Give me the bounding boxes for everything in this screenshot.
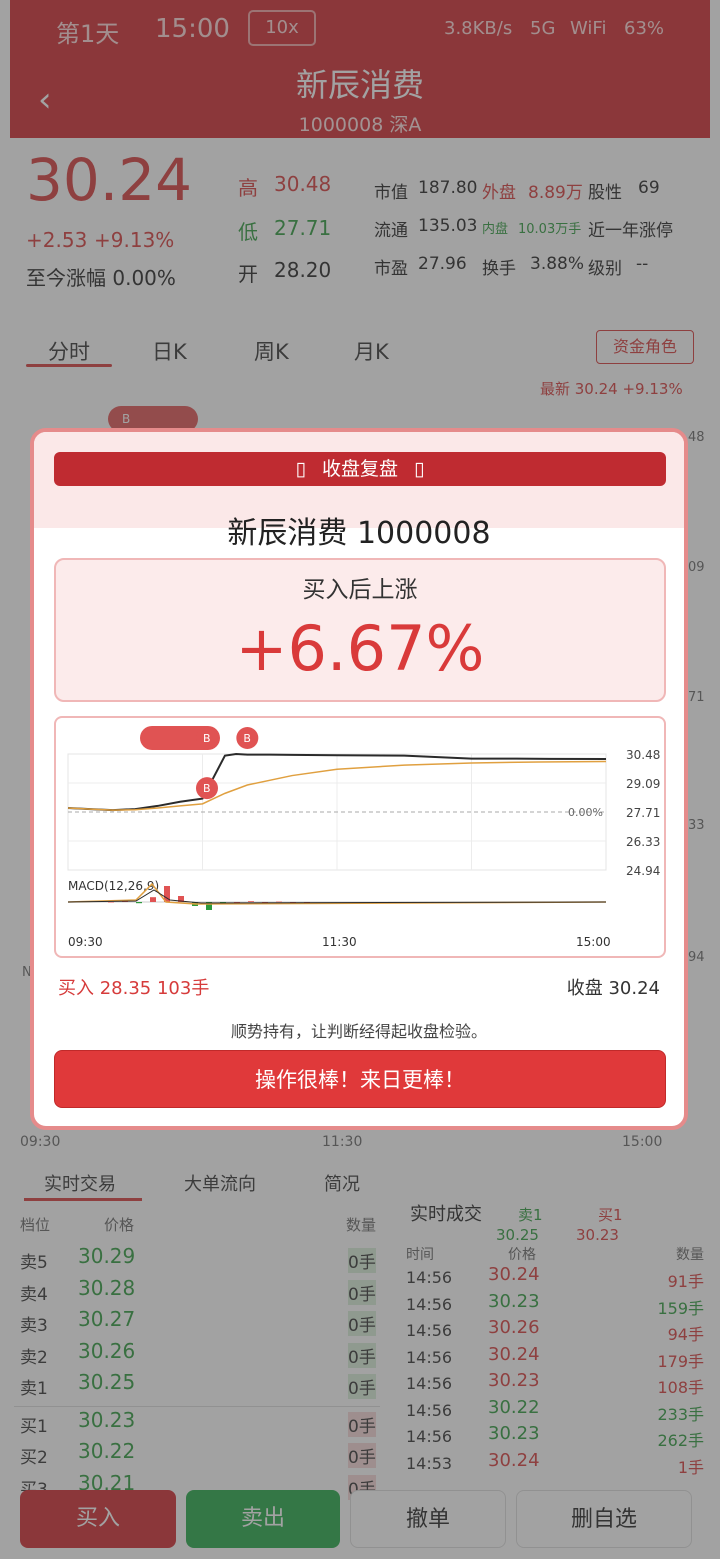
y-tick-label: 29.09 [626,777,660,791]
advice-text: 顺势持有，让判断经得起收盘检验。 [230,1022,487,1041]
macd-dea-line [67,882,607,905]
banner-title: 收盘复盘 [321,458,398,480]
y-tick-label: 27.71 [626,806,660,820]
macd-bar [248,901,254,902]
macd-bar [276,901,282,903]
buy-summary: 买入 28.35 103手 [58,978,210,999]
buy-marker-label: B [243,732,251,745]
macd-bar [136,902,142,904]
confirm-button[interactable]: 操作很棒！来日更棒！ [54,1050,666,1108]
banner-right-icon: ▯ [414,458,425,480]
y-tick-label: 26.33 [626,835,660,849]
gain-card: 买入后上涨 +6.67% [54,558,666,702]
dialog-stock-name: 新辰消费 1000008 [227,516,491,551]
gain-value: +6.67% [235,612,485,685]
intraday-chart: 30.48 29.09 27.71 26.33 24.94 0.00% B B B MACD(12… [54,716,666,958]
intraday-chart-svg: 30.4829.0927.7126.3324.940.00%BB BMACD(12… [67,726,660,949]
banner-left-icon: ▯ [295,458,306,480]
buy-marker-label: B [203,782,211,795]
gain-label: 买入后上涨 [302,577,418,603]
buy-marker-label: B [203,732,211,745]
x-tick-label: 15:00 [576,935,611,949]
y-tick-label: 30.48 [626,748,660,762]
baseline-label: 0.00% [568,806,603,819]
macd-bar [108,902,114,903]
x-tick-label: 09:30 [68,935,103,949]
macd-bar [150,897,156,902]
dialog-banner: ▯ 收盘复盘 ▯ [54,452,666,486]
y-tick-label: 24.94 [626,864,660,878]
x-tick-label: 11:30 [322,935,357,949]
close-summary: 收盘 30.24 [566,978,660,999]
close-review-dialog: ▯ 收盘复盘 ▯ 新辰消费 1000008 买入后上涨 +6.67% 30.48 29… [30,428,688,1130]
